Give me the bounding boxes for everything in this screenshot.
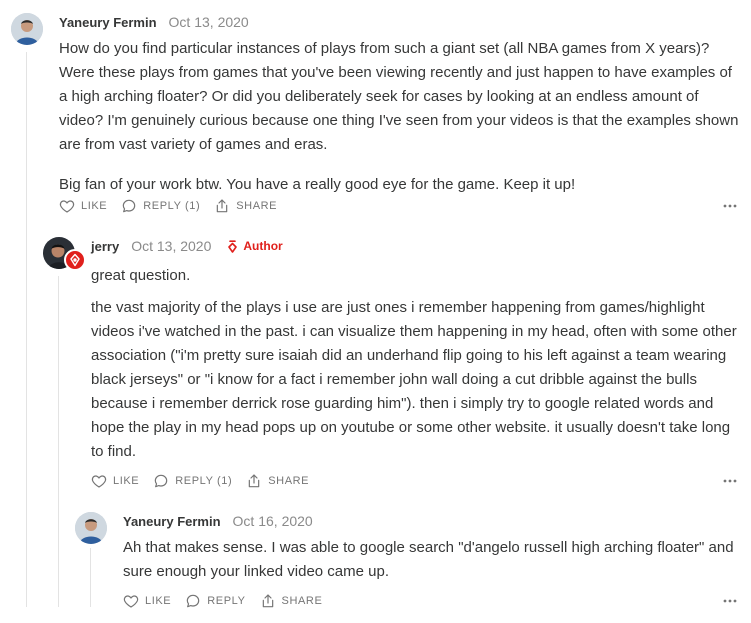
comment-paragraph: How do you find particular instances of … (59, 40, 739, 153)
like-label: LIKE (81, 200, 108, 212)
speech-bubble-icon (186, 594, 200, 608)
comment-date[interactable]: Oct 16, 2020 (233, 513, 313, 529)
author-label: Author (243, 239, 283, 253)
like-label: LIKE (113, 475, 140, 487)
comment-body: great question. the vast majority of the… (91, 264, 743, 464)
heart-icon (123, 595, 139, 608)
comment-paragraph: Ah that makes sense. I was able to googl… (123, 539, 734, 580)
comment-actions: LIKE REPLY SHARE (123, 591, 336, 611)
reply-button[interactable]: REPLY (1) (121, 198, 200, 214)
more-options-button[interactable] (722, 591, 738, 611)
share-icon (262, 594, 273, 608)
reply-button[interactable]: REPLY (185, 593, 245, 609)
like-button[interactable]: LIKE (91, 473, 139, 489)
avatar[interactable] (11, 13, 43, 45)
comment-date[interactable]: Oct 13, 2020 (131, 238, 211, 254)
like-label: LIKE (145, 595, 172, 607)
comment-author[interactable]: Yaneury Fermin (59, 15, 157, 30)
comment-body: Ah that makes sense. I was able to googl… (123, 536, 743, 584)
avatar-photo-icon (11, 13, 43, 45)
share-button[interactable]: SHARE (246, 473, 309, 489)
comment-body: How do you find particular instances of … (59, 37, 743, 197)
pen-nib-icon (228, 239, 238, 253)
ellipsis-icon (723, 479, 737, 483)
comment-author[interactable]: Yaneury Fermin (123, 514, 221, 529)
comment-date[interactable]: Oct 13, 2020 (169, 14, 249, 30)
like-button[interactable]: LIKE (123, 593, 171, 609)
comment-paragraph: great question. (91, 267, 191, 284)
more-options-button[interactable] (722, 196, 738, 216)
avatar[interactable] (75, 512, 107, 544)
speech-bubble-icon (122, 199, 136, 213)
avatar-photo-icon (75, 512, 107, 544)
speech-bubble-icon (154, 474, 168, 488)
share-button[interactable]: SHARE (260, 593, 323, 609)
pen-nib-icon (70, 253, 80, 267)
share-label: SHARE (281, 595, 323, 607)
author-badge (64, 249, 86, 271)
share-button[interactable]: SHARE (214, 198, 277, 214)
comment-actions: LIKE REPLY (1) SHARE (59, 196, 291, 216)
heart-icon (91, 475, 107, 488)
share-label: SHARE (236, 200, 278, 212)
author-tag: Author (227, 239, 283, 253)
share-icon (248, 474, 260, 488)
reply-label: REPLY (207, 595, 246, 607)
comment-actions: LIKE REPLY (1) SHARE (91, 471, 323, 491)
reply-button[interactable]: REPLY (1) (153, 473, 232, 489)
reply-label: REPLY (1) (175, 475, 233, 487)
share-label: SHARE (268, 475, 310, 487)
more-options-button[interactable] (722, 471, 738, 491)
comment-paragraph: Big fan of your work btw. You have a rea… (59, 176, 576, 193)
comment-paragraph: the vast majority of the plays i use are… (91, 299, 737, 460)
like-button[interactable]: LIKE (59, 198, 107, 214)
thread-line-reply (58, 276, 59, 607)
thread-line-root (26, 52, 27, 607)
reply-label: REPLY (1) (143, 200, 201, 212)
ellipsis-icon (723, 204, 737, 208)
ellipsis-icon (723, 599, 737, 603)
thread-line-nested (90, 548, 91, 607)
heart-icon (59, 200, 75, 213)
comment-author[interactable]: jerry (91, 239, 119, 254)
share-icon (216, 199, 228, 213)
